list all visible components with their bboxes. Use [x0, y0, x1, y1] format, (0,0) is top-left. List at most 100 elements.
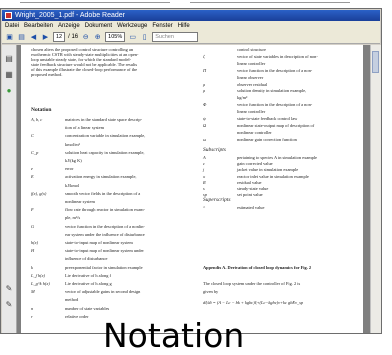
notation-definition: linear controller	[237, 109, 266, 115]
menu-item-fenster[interactable]: Fenster	[152, 21, 172, 31]
notation-definition: ear system under the influence of distur…	[65, 231, 145, 237]
comments-icon[interactable]: ✎	[5, 301, 13, 309]
notation-definition: concentration variable in simulation exa…	[65, 133, 146, 139]
appendix-line: Appendix A. Derivation of closed loop dy…	[203, 265, 312, 270]
page-total-label: / 16	[68, 34, 79, 40]
notation-symbol: r	[31, 313, 33, 319]
fit-page-icon[interactable]: ▭	[128, 33, 137, 42]
notation-symbol: ^	[203, 205, 205, 210]
notation-definition: pertaining to species A in simulation ex…	[237, 155, 317, 160]
open-folder-icon[interactable]: ▣	[5, 33, 14, 42]
notation-symbol: ζ	[203, 53, 205, 59]
notation-definition: tion of a linear system	[65, 125, 105, 131]
notation-definition: Lie derivative of h along f	[65, 272, 111, 278]
notation-definition: vector of adjustable gains in second des…	[65, 289, 141, 295]
print-icon[interactable]: ▤	[17, 33, 26, 42]
menu-item-werkzeuge[interactable]: Werkzeuge	[117, 21, 147, 31]
title-bar: Wright_2005_1.pdf - Adobe Reader	[2, 10, 380, 21]
notation-definition: flow rate through reactor in simulation …	[65, 207, 145, 213]
notation-definition: solution heat capacity in simulation exa…	[65, 149, 145, 155]
notation-symbol: C_p	[31, 149, 39, 155]
notation-symbol: Π	[203, 67, 207, 73]
notation-definition: solution density in simulation example,	[237, 88, 307, 94]
notation-symbol: ρ	[203, 81, 206, 87]
menu-item-dokument[interactable]: Dokument	[85, 21, 112, 31]
notation-symbol: k	[31, 264, 33, 270]
page-number-field[interactable]: 12	[53, 32, 66, 42]
prev-page-icon[interactable]: ◀	[29, 33, 38, 42]
notation-symbol: n	[31, 305, 34, 311]
menu-item-hilfe[interactable]: Hilfe	[178, 21, 190, 31]
notation-symbol: A, b, c	[31, 117, 43, 122]
background-page-strip	[0, 0, 392, 8]
menu-item-datei[interactable]: Datei	[5, 21, 19, 31]
adobe-reader-icon	[5, 12, 12, 19]
notation-definition: vector function in the description of a …	[65, 223, 145, 229]
menu-bar: Datei Bearbeiten Anzeige Dokument Werkze…	[2, 21, 380, 31]
bookmarks-icon[interactable]: ▦	[5, 71, 13, 79]
notation-definition: state-to-input map of nonlinear system u…	[65, 248, 144, 254]
attachments-icon[interactable]: ✎	[5, 285, 13, 293]
notation-definition: observer residual	[237, 81, 268, 87]
notation-symbol: c	[203, 161, 205, 167]
zoom-out-icon[interactable]: ⊖	[81, 33, 90, 42]
notation-definition: control structure	[237, 47, 266, 52]
notation-definition: vector function in the description of a …	[237, 102, 313, 108]
fit-width-icon[interactable]: ▯	[140, 33, 149, 42]
notation-symbol: C	[31, 133, 34, 139]
notation-definition: linear observer	[237, 74, 264, 80]
notation-definition: ple, m³/s	[65, 215, 81, 221]
notation-definition: activation energy in simulation example,	[65, 174, 137, 180]
notation-definition: gain corrected value	[237, 161, 273, 167]
superscripts-heading: Superscripts	[203, 197, 231, 203]
subscripts-heading: Subscripts	[203, 147, 226, 153]
signatures-icon[interactable]: ●	[5, 87, 13, 95]
notation-definition: state-to-state feedback control law	[237, 116, 298, 121]
notation-symbol: M	[31, 289, 35, 295]
notation-definition: Lie derivative of h along g	[65, 281, 112, 286]
notation-definition: reactor inlet value in simulation exampl…	[237, 173, 309, 179]
notation-symbol: f(x), g(x)	[31, 190, 47, 196]
navigation-sidebar: ▤ ▦ ● ✎ ✎	[2, 45, 17, 333]
document-area[interactable]: chosen alters the proposed control struc…	[17, 45, 370, 354]
notation-definition: steady-state value	[237, 186, 269, 191]
notation-symbol: E	[31, 174, 34, 180]
notation-definition: estimated value	[237, 205, 265, 210]
notation-symbol: e	[31, 166, 33, 172]
notation-symbol: ψ	[203, 116, 206, 121]
notation-definition: vector function in the description of a …	[237, 67, 313, 73]
notation-definition: nonlinear state-output map of descriptio…	[237, 122, 315, 128]
pages-icon[interactable]: ▤	[5, 55, 13, 63]
notation-definition: influence of disturbance	[65, 256, 108, 262]
notation-symbol: s	[203, 186, 205, 191]
notation-definition: nonlinear controller	[237, 129, 272, 135]
search-input[interactable]: Suchen	[152, 32, 199, 42]
window-title: Wright_2005_1.pdf - Adobe Reader	[15, 12, 126, 19]
next-page-icon[interactable]: ▶	[41, 33, 50, 42]
pdf-page: chosen alters the proposed control struc…	[21, 45, 363, 333]
notation-definition: error	[65, 166, 74, 172]
equation: dξ/dt = (A − Lc − bk + kgbc)ξ+(Lc−kgbc)ν…	[203, 300, 304, 305]
menu-item-anzeige[interactable]: Anzeige	[58, 21, 80, 31]
notation-definition: nonlinear system	[65, 199, 95, 204]
notation-definition: vector of state variables in description…	[237, 53, 318, 59]
reader-window: Wright_2005_1.pdf - Adobe Reader Datei B…	[0, 8, 382, 354]
notation-symbol: F	[31, 207, 34, 213]
notation-overlay-label: Notation	[103, 316, 245, 355]
notation-symbol: ρ	[203, 88, 206, 94]
zoom-field[interactable]: 105%	[105, 32, 126, 42]
notation-definition: method	[65, 297, 79, 303]
notation-symbol: j	[203, 167, 205, 173]
notation-definition: number of state variables	[65, 305, 110, 311]
notation-symbol: L_g^k h(x)	[31, 281, 50, 286]
appendix-line: given by	[203, 289, 219, 294]
scrollbar-thumb[interactable]	[372, 51, 379, 73]
notation-symbol: ω	[203, 136, 207, 142]
zoom-in-icon[interactable]: ⊕	[93, 33, 102, 42]
notation-definition: kmol/m³	[65, 141, 80, 147]
intro-line: proposed method.	[31, 72, 63, 77]
vertical-scrollbar[interactable]	[370, 45, 381, 333]
notation-symbol: Φ	[203, 102, 207, 108]
menu-item-bearbeiten[interactable]: Bearbeiten	[24, 21, 53, 31]
notation-definition: smooth vector fields in the description …	[65, 190, 141, 196]
